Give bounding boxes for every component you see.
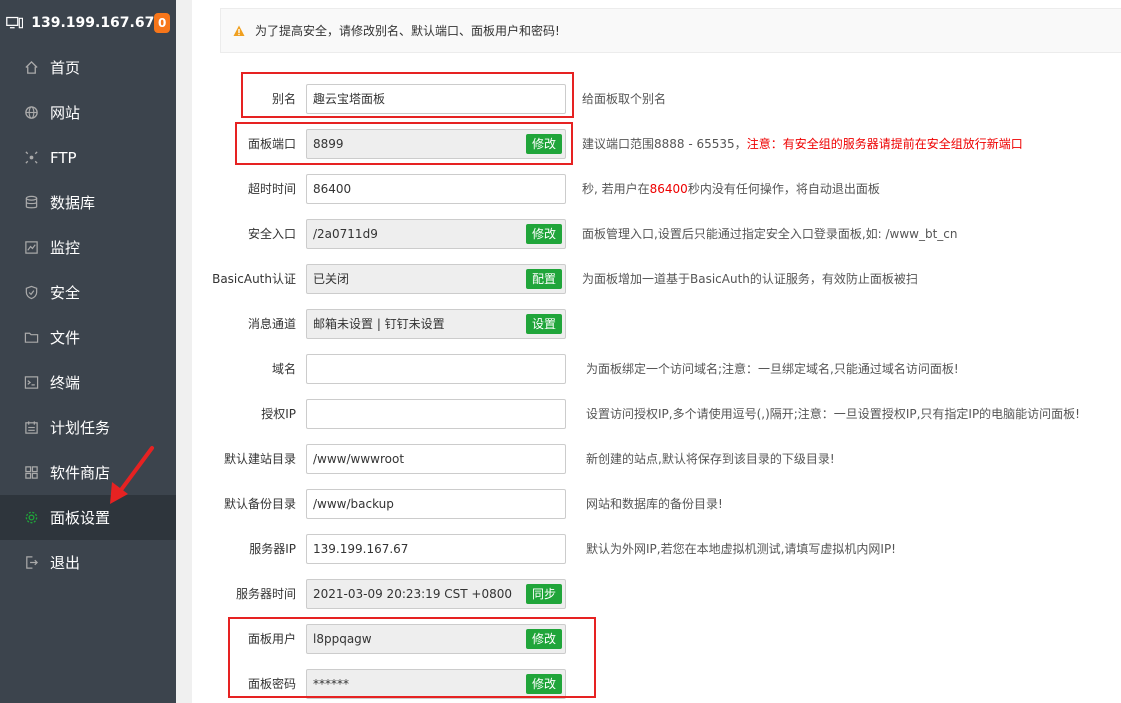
timeout-hint: 秒, 若用户在86400秒内没有任何操作，将自动退出面板 (582, 174, 880, 204)
message-value: 邮箱未设置 | 钉钉未设置 (313, 317, 445, 331)
authip-label: 授权IP (261, 407, 296, 421)
sidebar-item-files[interactable]: 文件 (0, 315, 176, 360)
message-row: 消息通道 邮箱未设置 | 钉钉未设置 设置 (192, 309, 1121, 339)
sidebar-item-label: 首页 (50, 59, 81, 77)
entry-modify-button[interactable]: 修改 (526, 224, 562, 244)
servertime-input: 2021-03-09 20:23:19 CST +0800 同步 (306, 579, 566, 609)
timeout-hint-b: 秒内没有任何操作，将自动退出面板 (687, 182, 880, 196)
sidebar-item-label: 安全 (50, 284, 81, 302)
backupdir-row: 默认备份目录 /www/backup 网站和数据库的备份目录! (192, 489, 1121, 519)
basicauth-row: BasicAuth认证 已关闭 配置 为面板增加一道基于BasicAuth的认证… (192, 264, 1121, 294)
sidebar-item-label: 监控 (50, 239, 81, 257)
entry-hint: 面板管理入口,设置后只能通过指定安全入口登录面板,如: /www_bt_cn (582, 227, 958, 241)
shield-icon (23, 285, 39, 301)
logout-icon (23, 555, 39, 571)
sidebar-item-label: 终端 (50, 374, 81, 392)
message-setup-button[interactable]: 设置 (526, 314, 562, 334)
authip-row: 授权IP 设置访问授权IP,多个请使用逗号(,)隔开;注意：一旦设置授权IP,只… (192, 399, 1121, 429)
sidebar-item-logout[interactable]: 退出 (0, 540, 176, 585)
entry-value: /2a0711d9 (313, 227, 378, 241)
entry-row: 安全入口 /2a0711d9 修改 面板管理入口,设置后只能通过指定安全入口登录… (192, 219, 1121, 249)
timeout-input[interactable]: 86400 (306, 174, 566, 204)
servertime-label: 服务器时间 (235, 587, 296, 601)
sidebar-item-label: FTP (50, 148, 77, 167)
authip-hint: 设置访问授权IP,多个请使用逗号(,)隔开;注意：一旦设置授权IP,只有指定IP… (586, 407, 1080, 421)
notice-text: 为了提高安全，请修改别名、默认端口、面板用户和密码! (255, 24, 560, 38)
sidebar-item-label: 面板设置 (50, 509, 111, 527)
sitedir-input[interactable]: /www/wwwroot (306, 444, 566, 474)
port-hint: 建议端口范围8888 - 65535，注意：有安全组的服务器请提前在安全组放行新… (582, 129, 1023, 159)
monitor-icon (6, 16, 23, 28)
timeout-label: 超时时间 (247, 182, 296, 196)
sidebar-item-database[interactable]: 数据库 (0, 180, 176, 225)
timeout-hint-a: 秒, 若用户在 (582, 182, 650, 196)
backupdir-input[interactable]: /www/backup (306, 489, 566, 519)
sidebar-item-label: 文件 (50, 329, 81, 347)
basicauth-value: 已关闭 (313, 272, 350, 286)
basicauth-label: BasicAuth认证 (212, 272, 296, 286)
message-label: 消息通道 (247, 317, 296, 331)
warning-icon (233, 25, 245, 36)
server-ip: 139.199.167.67 (31, 14, 155, 31)
sitedir-row: 默认建站目录 /www/wwwroot 新创建的站点,默认将保存到该目录的下级目… (192, 444, 1121, 474)
backupdir-hint: 网站和数据库的备份目录! (586, 497, 723, 511)
domain-hint: 为面板绑定一个访问域名;注意：一旦绑定域名,只能通过域名访问面板! (586, 362, 959, 376)
notification-badge[interactable]: 0 (154, 12, 170, 33)
sidebar-item-monitor[interactable]: 监控 (0, 225, 176, 270)
message-input: 邮箱未设置 | 钉钉未设置 设置 (306, 309, 566, 339)
serverip-row: 服务器IP 139.199.167.67 默认为外网IP,若您在本地虚拟机测试,… (192, 534, 1121, 564)
security-notice: 为了提高安全，请修改别名、默认端口、面板用户和密码! (220, 8, 1121, 53)
calendar-icon (23, 420, 39, 436)
alias-hint: 给面板取个别名 (582, 92, 667, 106)
sidebar-item-security[interactable]: 安全 (0, 270, 176, 315)
sidebar-item-label: 数据库 (50, 194, 96, 212)
ftp-icon (23, 150, 39, 166)
sidebar-item-label: 软件商店 (50, 464, 111, 482)
authip-input[interactable] (306, 399, 566, 429)
monitor-icon (23, 240, 39, 256)
database-icon (23, 195, 39, 211)
highlight-box-credentials (228, 617, 596, 698)
servertime-sync-button[interactable]: 同步 (526, 584, 562, 604)
sidebar-item-ftp[interactable]: FTP (0, 135, 176, 180)
sitedir-hint: 新创建的站点,默认将保存到该目录的下级目录! (586, 452, 835, 466)
sidebar-item-label: 网站 (50, 104, 81, 122)
highlight-box-port (235, 122, 573, 165)
domain-label: 域名 (271, 362, 296, 376)
serverip-label: 服务器IP (249, 542, 296, 556)
serverip-input[interactable]: 139.199.167.67 (306, 534, 566, 564)
sidebar-item-label: 退出 (50, 554, 81, 572)
terminal-icon (23, 375, 39, 391)
backupdir-label: 默认备份目录 (223, 497, 296, 511)
domain-input[interactable] (306, 354, 566, 384)
panel-settings-page: 为了提高安全，请修改别名、默认端口、面板用户和密码! 别名 趣云宝塔面板 给面板… (192, 0, 1121, 703)
highlight-box-alias (241, 72, 574, 118)
apps-icon (23, 465, 39, 481)
timeout-hint-value: 86400 (649, 182, 688, 196)
sidebar-item-label: 计划任务 (50, 419, 111, 437)
sitedir-label: 默认建站目录 (223, 452, 296, 466)
annotation-arrow-icon (110, 446, 154, 504)
sidebar-item-home[interactable]: 首页 (0, 45, 176, 90)
domain-row: 域名 为面板绑定一个访问域名;注意：一旦绑定域名,只能通过域名访问面板! (192, 354, 1121, 384)
serverip-hint: 默认为外网IP,若您在本地虚拟机测试,请填写虚拟机内网IP! (586, 542, 896, 556)
basicauth-input: 已关闭 配置 (306, 264, 566, 294)
basicauth-config-button[interactable]: 配置 (526, 269, 562, 289)
servertime-row: 服务器时间 2021-03-09 20:23:19 CST +0800 同步 (192, 579, 1121, 609)
server-header: 139.199.167.67 0 (0, 0, 176, 45)
gear-icon (23, 510, 39, 526)
folder-icon (23, 330, 39, 346)
servertime-value: 2021-03-09 20:23:19 CST +0800 (313, 587, 512, 601)
port-hint-warning: 注意：有安全组的服务器请提前在安全组放行新端口 (746, 137, 1023, 151)
sidebar-item-terminal[interactable]: 终端 (0, 360, 176, 405)
globe-icon (23, 105, 39, 121)
basicauth-hint: 为面板增加一道基于BasicAuth的认证服务，有效防止面板被扫 (582, 272, 918, 286)
timeout-row: 超时时间 86400 秒, 若用户在86400秒内没有任何操作，将自动退出面板 (192, 174, 1121, 204)
entry-label: 安全入口 (247, 227, 296, 241)
home-icon (23, 60, 39, 76)
sidebar-item-website[interactable]: 网站 (0, 90, 176, 135)
sidebar: 139.199.167.67 0 首页 网站 FTP 数据库 监控 安全 文件 … (0, 0, 176, 703)
entry-input: /2a0711d9 修改 (306, 219, 566, 249)
port-hint-text: 建议端口范围8888 - 65535， (582, 137, 747, 151)
